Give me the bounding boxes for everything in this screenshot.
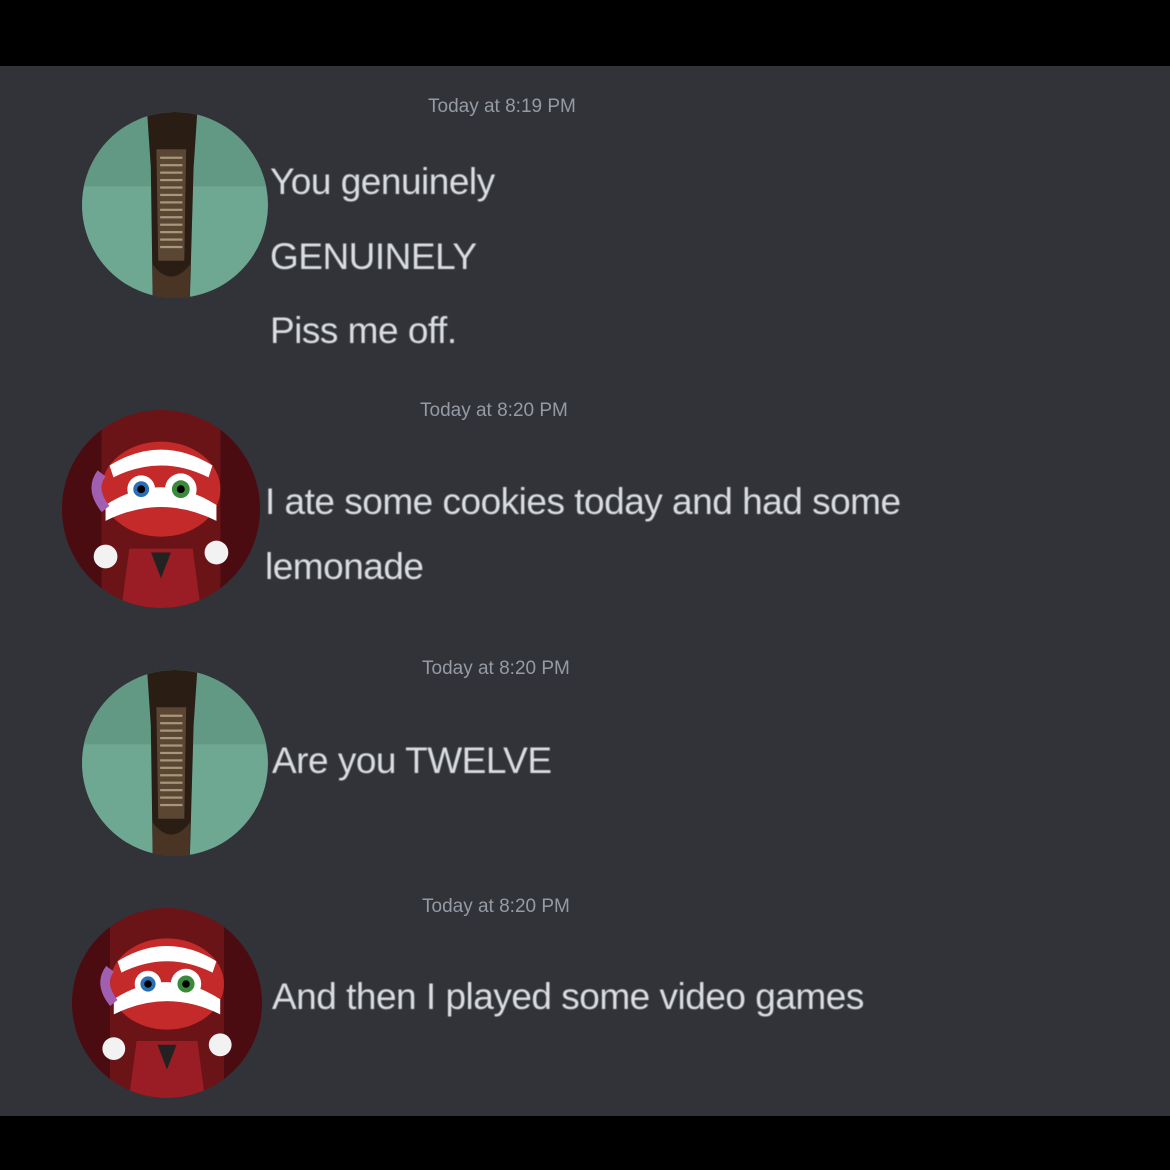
- message-timestamp: Today at 8:20 PM: [422, 896, 570, 917]
- message-timestamp: Today at 8:20 PM: [422, 658, 570, 679]
- message-text: I ate some cookies today and had some: [265, 481, 901, 522]
- jester-character-avatar-icon[interactable]: [72, 908, 262, 1098]
- message-text: Are you TWELVE: [272, 740, 552, 781]
- jester-character-avatar-icon[interactable]: [62, 410, 260, 608]
- message-timestamp: Today at 8:19 PM: [428, 96, 576, 117]
- message-text: GENUINELY: [270, 236, 477, 277]
- tree-trunk-avatar-icon[interactable]: [82, 670, 268, 856]
- message-text: You genuinely: [270, 161, 495, 202]
- tree-trunk-avatar-icon[interactable]: [82, 112, 268, 298]
- message-text: And then I played some video games: [272, 976, 864, 1017]
- message-timestamp: Today at 8:20 PM: [420, 400, 568, 421]
- chat-panel: Today at 8:19 PM You genuinely GENUINELY…: [0, 66, 1170, 1116]
- message-text: lemonade: [265, 546, 424, 587]
- message-text: Piss me off.: [270, 310, 457, 351]
